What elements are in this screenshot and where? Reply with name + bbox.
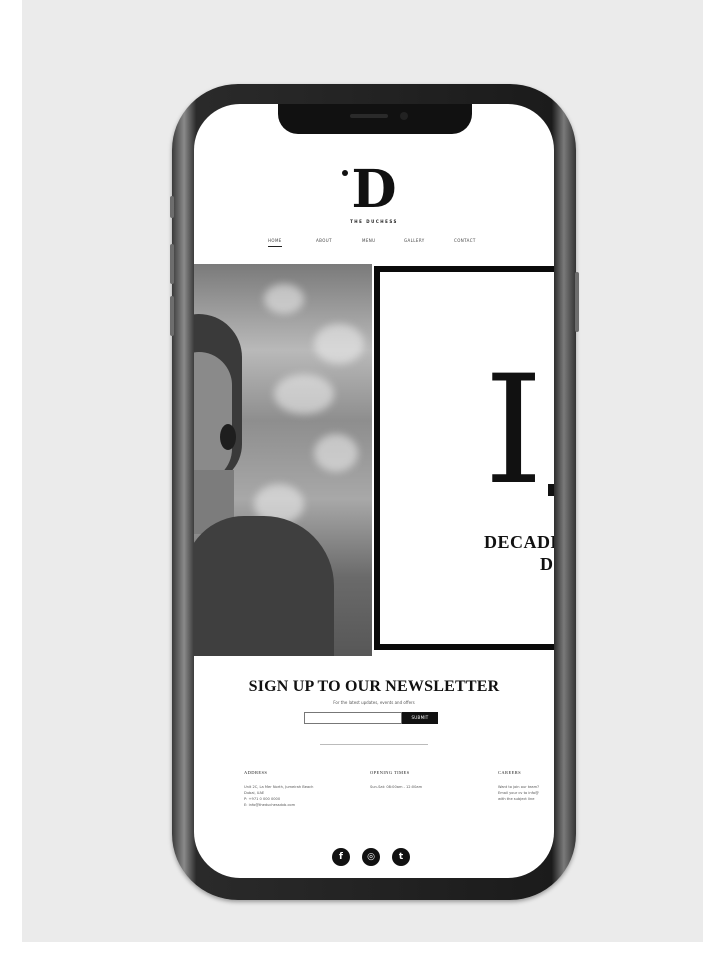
nav-item-gallery[interactable]: GALLERY	[404, 238, 425, 243]
side-button-volume-up	[170, 244, 174, 284]
hero-big-dot	[548, 484, 554, 496]
hero-section: I DECADE D	[194, 264, 554, 656]
speaker	[350, 114, 388, 118]
nav-item-contact[interactable]: CONTACT	[454, 238, 476, 243]
instagram-icon[interactable]: ◎	[362, 848, 380, 866]
side-button-power	[575, 272, 579, 332]
front-camera	[400, 112, 408, 120]
footer-address-heading: ADDRESS	[244, 770, 268, 775]
twitter-icon[interactable]: t	[392, 848, 410, 866]
newsletter-title: SIGN UP TO OUR NEWSLETTER	[248, 678, 500, 695]
side-button-volume-down	[170, 296, 174, 336]
logo-text: THE DUCHESS	[350, 219, 398, 224]
hero-headline-line2: D	[540, 554, 553, 574]
footer-divider	[320, 744, 428, 745]
photo-earring	[220, 424, 236, 450]
hero-frame: I DECADE D	[374, 266, 554, 650]
notch	[278, 104, 472, 134]
newsletter-email-input[interactable]	[304, 712, 402, 724]
side-button-mute	[170, 196, 174, 218]
hero-headline-line1: DECADE	[484, 532, 554, 552]
footer-careers-line: with the subject line	[498, 797, 535, 801]
footer-opening-line: Sun-Sat: 08:00am - 12:00am	[370, 785, 423, 789]
nav-item-menu[interactable]: MENU	[362, 238, 376, 243]
nav-item-about[interactable]: ABOUT	[316, 238, 332, 243]
hero-big-letter: I	[484, 344, 544, 518]
photo-face	[194, 352, 232, 482]
logo-mark[interactable]: D	[344, 164, 404, 216]
footer-address-line[interactable]: E: info@theduchessdxb.com	[244, 802, 295, 808]
footer-careers-heading: CAREERS	[498, 770, 522, 775]
nav-item-home[interactable]: HOME	[268, 238, 282, 247]
main-nav: HOME ABOUT MENU GALLERY CONTACT	[260, 238, 500, 252]
footer-opening-heading: OPENING TIMES	[370, 770, 410, 775]
phone-screen: D THE DUCHESS HOME ABOUT MENU GALLERY CO…	[194, 104, 554, 878]
newsletter-subtitle: For the latest updates, events and offer…	[333, 700, 415, 705]
hero-photo	[194, 264, 372, 656]
newsletter-submit-button[interactable]: SUBMIT	[402, 712, 438, 724]
facebook-icon[interactable]: f	[332, 848, 350, 866]
photo-shoulder	[194, 516, 334, 656]
